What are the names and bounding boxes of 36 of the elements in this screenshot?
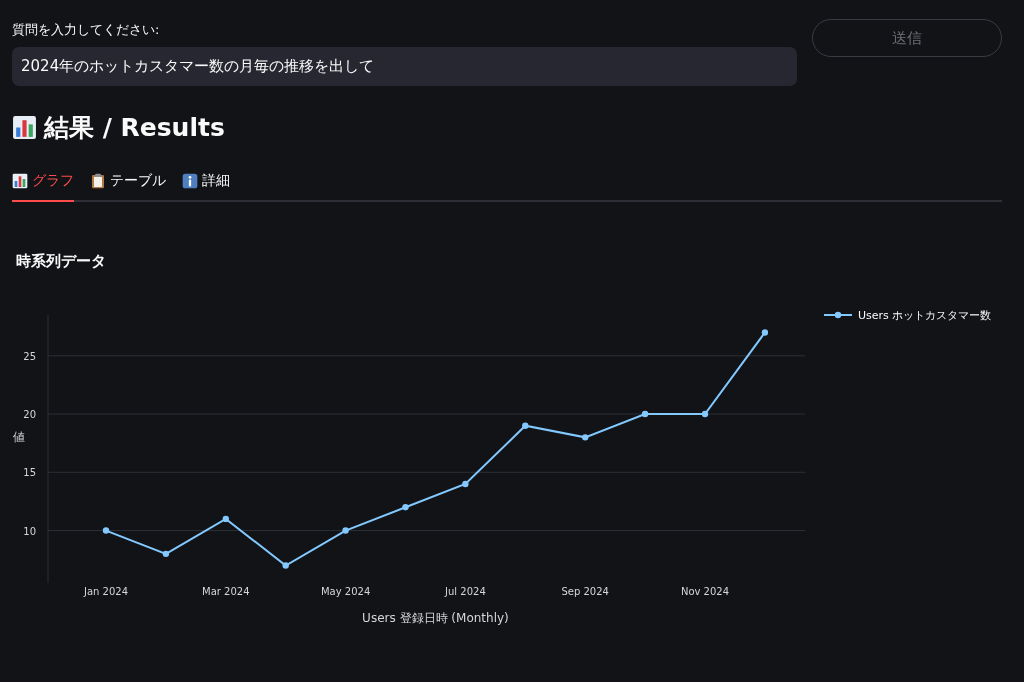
x-axis-title: Users 登録日時 (Monthly) [362,611,509,625]
data-point [641,410,649,418]
chart-title: 時系列データ [16,252,107,271]
tab[interactable]: 詳細 [182,168,230,202]
y-tick-label: 25 [23,350,36,362]
input-label: 質問を入力してください: [12,21,161,39]
data-point [582,434,589,441]
data-point [282,562,289,569]
x-tick-label: Mar 2024 [202,586,250,597]
bar-chart-icon [12,173,28,189]
data-point [342,527,349,534]
y-tick-label: 20 [23,409,36,421]
question-input[interactable]: 2024年のホットカスタマー数の月毎の推移を出して [12,47,797,86]
tab[interactable]: グラフ [12,168,74,202]
data-point [102,527,110,534]
data-point [462,480,469,488]
tab[interactable]: テーブル [90,168,166,202]
y-axis-title: 値 [13,430,25,444]
data-point [222,515,229,523]
data-point [522,422,529,429]
x-tick-label: Nov 2024 [680,586,730,597]
data-point [701,410,709,418]
bar-chart-icon [12,115,37,140]
info-icon [182,173,198,189]
x-tick-label: May 2024 [320,586,371,597]
results-heading: 結果 / Results [44,112,225,144]
x-tick-label: Jul 2024 [445,586,486,597]
y-tick-label: 15 [23,467,36,479]
legend-label: Users ホットカスタマー数 [858,309,992,322]
data-point [761,329,769,336]
clipboard-icon [90,173,106,189]
x-tick-label: Jan 2024 [84,586,128,597]
y-tick-label: 10 [23,525,36,537]
x-tick-label: Sep 2024 [561,586,609,597]
data-point [162,550,170,558]
data-point [402,504,409,511]
